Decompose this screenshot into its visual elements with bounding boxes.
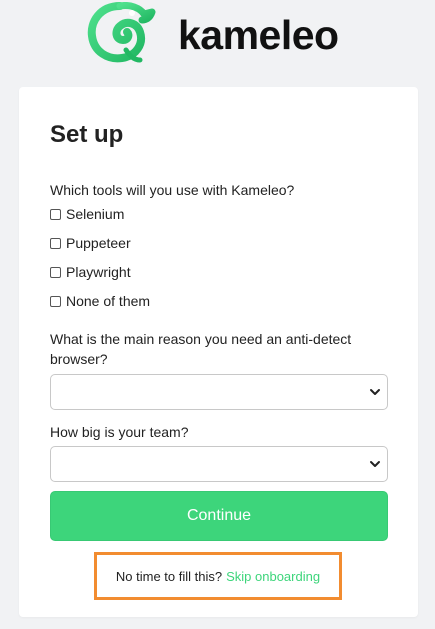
chameleon-logo-icon [87, 2, 156, 63]
page-title: Set up [50, 121, 124, 148]
checkbox-label: Playwright [66, 264, 131, 280]
checkbox-box[interactable] [50, 295, 61, 307]
reason-select[interactable] [50, 374, 388, 410]
checkbox-label: Puppeteer [66, 235, 131, 251]
checkbox-label: Selenium [66, 206, 125, 222]
checkbox-selenium[interactable]: Selenium [50, 204, 124, 224]
continue-button[interactable]: Continue [50, 491, 388, 541]
chevron-down-icon [370, 389, 380, 395]
brand-name: kameleo [178, 12, 339, 58]
skip-onboarding-row: No time to fill this? Skip onboarding [94, 552, 342, 600]
checkbox-none-of-them[interactable]: None of them [50, 291, 150, 311]
reason-question: What is the main reason you need an anti… [50, 331, 352, 367]
checkbox-box[interactable] [50, 208, 61, 220]
setup-card: Set up Which tools will you use with Kam… [19, 87, 418, 617]
checkbox-box[interactable] [50, 237, 61, 249]
chevron-down-icon [370, 461, 380, 467]
skip-prompt: No time to fill this? [115, 568, 223, 584]
checkbox-box[interactable] [50, 266, 61, 278]
tools-question: Which tools will you use with Kameleo? [50, 182, 295, 198]
skip-onboarding-link[interactable]: Skip onboarding [226, 569, 320, 584]
checkbox-puppeteer[interactable]: Puppeteer [50, 233, 131, 253]
team-size-select[interactable] [50, 446, 388, 482]
checkbox-label: None of them [66, 293, 151, 309]
brand-header: kameleo [0, 0, 435, 70]
team-question: How big is your team? [50, 424, 189, 440]
checkbox-playwright[interactable]: Playwright [50, 262, 131, 282]
